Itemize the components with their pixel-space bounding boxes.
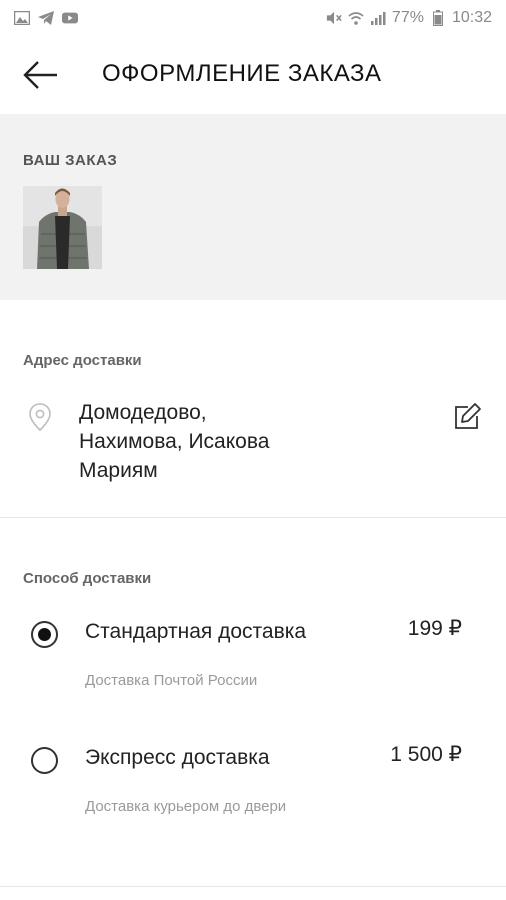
delivery-option-price: 199 ₽ xyxy=(407,617,462,640)
edit-address-icon[interactable] xyxy=(452,402,482,432)
order-section: ВАШ ЗАКАЗ xyxy=(0,114,506,300)
telegram-icon xyxy=(38,10,54,26)
delivery-option-subtitle: Доставка курьером до двери xyxy=(85,798,287,815)
battery-percent: 77% xyxy=(391,9,424,26)
app-bar: ОФОРМЛЕНИЕ ЗАКАЗА xyxy=(0,36,506,114)
order-label: ВАШ ЗАКАЗ xyxy=(23,152,118,169)
status-bar-right: 77% 10:32 xyxy=(326,9,492,27)
arrow-left-icon xyxy=(23,61,57,89)
delivery-label: Способ доставки xyxy=(23,570,152,587)
mute-icon xyxy=(326,10,342,26)
product-thumbnail[interactable] xyxy=(23,186,102,269)
youtube-icon xyxy=(62,10,78,26)
delivery-section: Способ доставки Стандартная доставка 199… xyxy=(0,518,506,886)
delivery-option-title: Экспресс доставка xyxy=(85,746,270,769)
delivery-option-express[interactable]: Экспресс доставка 1 500 ₽ Доставка курье… xyxy=(0,740,506,850)
address-line: Домодедово, xyxy=(79,401,207,424)
battery-icon xyxy=(430,10,446,26)
product-image xyxy=(23,186,102,269)
clock: 10:32 xyxy=(451,9,492,26)
delivery-option-price: 1 500 ₽ xyxy=(390,743,462,766)
divider xyxy=(0,886,506,887)
delivery-option-standard[interactable]: Стандартная доставка 199 ₽ Доставка Почт… xyxy=(0,614,506,724)
status-bar: 77% 10:32 xyxy=(0,0,506,36)
wifi-icon xyxy=(348,10,364,26)
location-pin-icon xyxy=(28,402,52,432)
radio-button-checked[interactable] xyxy=(31,621,58,648)
signal-icon xyxy=(370,10,386,26)
address-line: Мариям xyxy=(79,459,158,482)
page-title: ОФОРМЛЕНИЕ ЗАКАЗА xyxy=(102,60,382,87)
back-button[interactable] xyxy=(22,58,60,92)
address-line: Нахимова, Исакова xyxy=(79,430,270,453)
address-section: Адрес доставки Домодедово, Нахимова, Иса… xyxy=(0,300,506,518)
delivery-option-subtitle: Доставка Почтой России xyxy=(85,672,258,689)
address-label: Адрес доставки xyxy=(23,352,142,369)
delivery-option-title: Стандартная доставка xyxy=(85,620,307,643)
image-icon xyxy=(14,10,30,26)
radio-button-unchecked[interactable] xyxy=(31,747,58,774)
address-text: Домодедово, Нахимова, Исакова Мариям xyxy=(79,398,399,485)
status-bar-left xyxy=(14,10,78,26)
